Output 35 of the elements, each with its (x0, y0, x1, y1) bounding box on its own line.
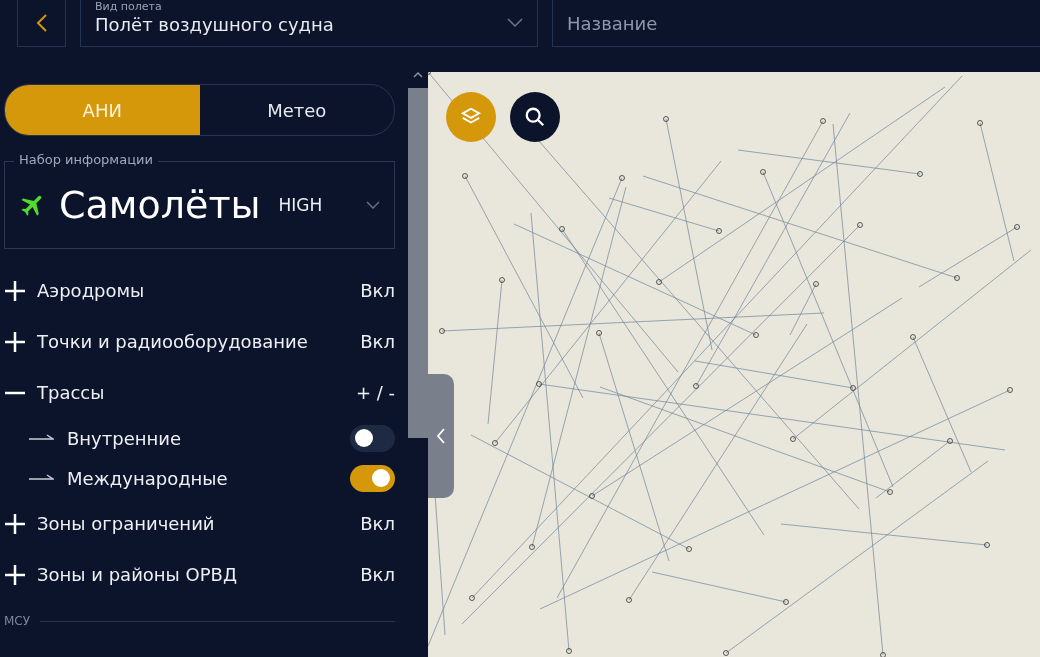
level-text: HIGH (278, 195, 323, 215)
layer-label: Точки и радиооборудование (37, 331, 308, 352)
search-icon (524, 106, 546, 128)
layer-status[interactable]: Вкл (360, 280, 395, 301)
tab[interactable]: Метео (199, 85, 394, 135)
layer-label: Аэродромы (37, 280, 145, 301)
layer-label: Трассы (37, 382, 105, 403)
search-button[interactable] (510, 92, 560, 142)
toggle-switch[interactable] (350, 424, 395, 452)
toggle-switch[interactable] (350, 464, 395, 492)
chevron-left-icon (436, 428, 446, 444)
info-set-value: Самолёты (59, 183, 261, 227)
layer-status[interactable]: + / - (355, 382, 395, 403)
route-label: Международные (67, 467, 228, 489)
plus-icon[interactable] (4, 563, 26, 586)
flight-type-select[interactable]: Вид полета Полёт воздушного судна (80, 0, 538, 47)
collapse-handle[interactable] (428, 374, 454, 498)
plus-icon[interactable] (4, 330, 26, 353)
layer-status[interactable]: Вкл (360, 513, 395, 534)
route-label: Внутренние (67, 427, 182, 449)
field-label: Набор информации (14, 152, 158, 167)
name-input-field[interactable]: Название (552, 0, 1040, 47)
layer-label: Зоны ограничений (37, 513, 215, 534)
layer-status[interactable]: Вкл (360, 564, 395, 585)
section-label: МСУ (4, 614, 31, 628)
chevron-down-icon (366, 201, 380, 209)
layer-status[interactable]: Вкл (360, 331, 395, 352)
plus-icon[interactable] (4, 279, 26, 302)
chevron-left-icon (35, 13, 48, 33)
layer-label: Зоны и районы ОРВД (37, 564, 237, 585)
plus-icon[interactable] (4, 512, 26, 535)
scroll-up-icon[interactable] (413, 72, 423, 78)
field-label: Вид полета (95, 1, 162, 12)
scrollbar-thumb[interactable] (408, 88, 428, 438)
chevron-down-icon (507, 18, 523, 28)
